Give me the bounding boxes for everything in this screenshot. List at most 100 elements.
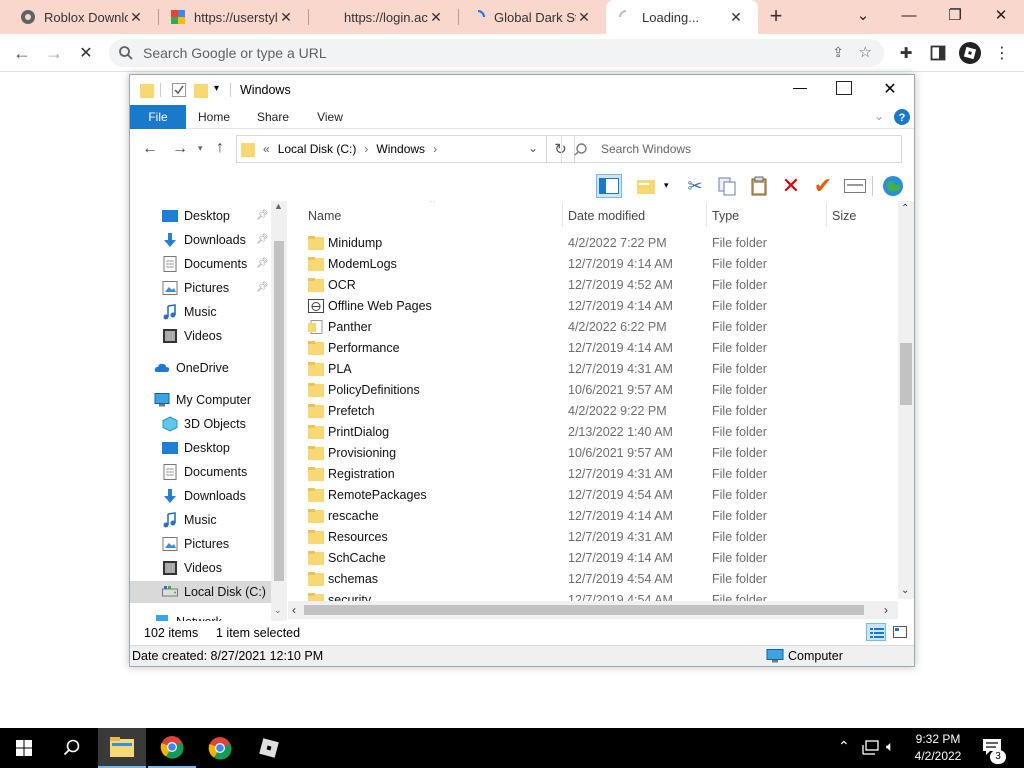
column-header-type[interactable]: Type xyxy=(712,205,739,227)
nav-item[interactable]: Documents xyxy=(162,253,247,275)
rename-button[interactable]: ✔ xyxy=(810,173,836,198)
scrollbar-thumb[interactable] xyxy=(900,343,912,405)
breadcrumb-windows[interactable]: Windows xyxy=(376,142,425,156)
start-button[interactable] xyxy=(0,728,48,768)
volume-icon[interactable]: 🔈︎ xyxy=(886,738,894,755)
scroll-down-icon[interactable]: ⌄ xyxy=(274,605,282,616)
nav-item[interactable]: 3D Objects xyxy=(162,413,246,435)
large-icons-view-button[interactable] xyxy=(890,623,910,641)
menu-button[interactable]: ⋮ xyxy=(990,41,1014,65)
properties-button[interactable] xyxy=(842,174,868,198)
breadcrumb-local-disk[interactable]: Local Disk (C:) xyxy=(278,142,357,156)
forward-button[interactable]: → xyxy=(42,41,66,65)
taskbar-chrome-profile[interactable] xyxy=(196,728,244,768)
table-row[interactable]: PrintDialog 2/13/2022 1:40 AM File folder xyxy=(304,422,894,443)
taskbar-roblox[interactable] xyxy=(245,728,293,768)
new-item-button[interactable] xyxy=(634,174,660,198)
navigation-scrollbar[interactable]: ▲ ⌄ xyxy=(271,201,287,621)
nav-item[interactable]: Pictures xyxy=(162,533,229,555)
minimize-button[interactable]: — xyxy=(792,79,808,95)
browser-tab-userstyles[interactable]: https://userstyle ✕ xyxy=(158,0,308,34)
table-row[interactable]: ModemLogs 12/7/2019 4:14 AM File folder xyxy=(304,254,894,275)
table-row[interactable]: RemotePackages 12/7/2019 4:54 AM File fold… xyxy=(304,485,894,506)
nav-item[interactable]: Local Disk (C:) xyxy=(130,581,271,603)
scroll-down-icon[interactable]: ⌄ xyxy=(901,585,909,596)
profile-button[interactable] xyxy=(958,41,982,65)
nav-item[interactable]: Videos xyxy=(162,325,222,347)
table-row[interactable]: PLA 12/7/2019 4:31 AM File folder xyxy=(304,359,894,380)
close-icon[interactable]: ✕ xyxy=(128,9,144,26)
address-bar[interactable]: « Local Disk (C:) › Windows › ⌄ xyxy=(236,135,547,163)
forward-button[interactable]: → xyxy=(172,140,188,158)
table-row[interactable]: Offline Web Pages 12/7/2019 4:14 AM File f… xyxy=(304,296,894,317)
nav-item[interactable]: Desktop xyxy=(162,437,230,459)
copy-button[interactable] xyxy=(714,174,740,198)
nav-item[interactable]: Documents xyxy=(162,461,247,483)
taskbar-chrome[interactable] xyxy=(148,728,196,768)
address-dropdown-icon[interactable]: ⌄ xyxy=(528,141,538,155)
tab-search-button[interactable]: ⌄ xyxy=(840,0,886,30)
scroll-up-icon[interactable]: ▲ xyxy=(274,201,283,211)
close-icon[interactable]: ✕ xyxy=(576,9,592,26)
table-row[interactable]: Registration 12/7/2019 4:31 AM File folder xyxy=(304,464,894,485)
table-row[interactable]: schemas 12/7/2019 4:54 AM File folder xyxy=(304,569,894,590)
preview-pane-button[interactable] xyxy=(596,174,622,198)
back-button[interactable]: ← xyxy=(142,140,158,158)
nav-item[interactable]: Downloads xyxy=(162,485,246,507)
tab-file[interactable]: File xyxy=(130,105,186,129)
up-button[interactable]: ↑ xyxy=(216,139,224,157)
restore-button[interactable]: ❐ xyxy=(932,0,978,30)
table-row[interactable]: Prefetch 4/2/2022 9:22 PM File folder xyxy=(304,401,894,422)
maximize-button[interactable] xyxy=(836,81,852,95)
back-button[interactable]: ← xyxy=(10,41,34,65)
nav-item[interactable]: Desktop xyxy=(162,205,230,227)
nav-item[interactable]: My Computer xyxy=(154,389,251,411)
scroll-right-icon[interactable]: › xyxy=(884,603,888,617)
breadcrumb-overflow[interactable]: « xyxy=(263,142,270,156)
tab-view[interactable]: View xyxy=(306,105,354,129)
chevron-down-icon[interactable]: ▾ xyxy=(664,180,669,191)
delete-button[interactable]: ✕ xyxy=(778,173,804,198)
new-folder-icon[interactable] xyxy=(194,82,208,98)
network-globe-button[interactable] xyxy=(880,174,906,198)
nav-item[interactable]: Videos xyxy=(162,557,222,579)
table-row[interactable]: Panther 4/2/2022 6:22 PM File folder xyxy=(304,317,894,338)
tab-share[interactable]: Share xyxy=(248,105,298,129)
browser-tab-login[interactable]: https://login.acc ✕ xyxy=(308,0,458,34)
nav-item[interactable]: Pictures xyxy=(162,277,229,299)
new-tab-button[interactable]: + xyxy=(764,5,788,29)
tab-home[interactable]: Home xyxy=(190,105,238,129)
customize-toolbar-icon[interactable]: ▾ xyxy=(214,83,219,94)
nav-item[interactable]: OneDrive xyxy=(154,357,229,379)
close-icon[interactable]: ✕ xyxy=(428,9,444,26)
properties-icon[interactable] xyxy=(172,83,186,97)
stop-button[interactable]: ✕ xyxy=(74,41,98,65)
close-window-button[interactable]: ✕ xyxy=(882,79,898,99)
minimize-button[interactable]: — xyxy=(886,0,932,30)
table-row[interactable]: OCR 12/7/2019 4:52 AM File folder xyxy=(304,275,894,296)
nav-item[interactable]: Music xyxy=(162,509,217,531)
taskbar-file-explorer[interactable] xyxy=(98,728,146,768)
breadcrumb-separator-icon[interactable]: › xyxy=(433,142,437,156)
column-header-date[interactable]: Date modified xyxy=(568,205,645,227)
search-input[interactable]: Search Windows xyxy=(561,135,902,163)
table-row[interactable]: Provisioning 10/6/2021 9:57 AM File folder xyxy=(304,443,894,464)
search-button[interactable] xyxy=(48,728,96,768)
clock-time[interactable]: 9:32 PM xyxy=(906,732,970,746)
table-row[interactable]: rescache 12/7/2019 4:14 AM File folder xyxy=(304,506,894,527)
recent-locations-icon[interactable]: ▾ xyxy=(198,143,203,154)
breadcrumb-separator-icon[interactable]: › xyxy=(364,142,368,156)
scroll-up-icon[interactable]: ⌃ xyxy=(901,203,909,214)
show-hidden-icons-button[interactable]: ⌃ xyxy=(838,738,850,755)
browser-tab-roblox[interactable]: Roblox Downloa ✕ xyxy=(0,0,158,34)
star-icon[interactable]: ☆ xyxy=(859,43,872,61)
omnibox[interactable]: Search Google or type a URL ⇪ ☆ xyxy=(109,39,884,67)
scrollbar-thumb[interactable] xyxy=(304,605,864,615)
table-row[interactable]: SchCache 12/7/2019 4:14 AM File folder xyxy=(304,548,894,569)
column-header-size[interactable]: Size xyxy=(832,205,856,227)
side-panel-button[interactable] xyxy=(926,41,950,65)
extensions-button[interactable]: ✚ xyxy=(894,41,918,65)
table-row[interactable]: Resources 12/7/2019 4:31 AM File folder xyxy=(304,527,894,548)
column-header-name[interactable]: Name xyxy=(308,205,341,227)
nav-item[interactable]: Music xyxy=(162,301,217,323)
